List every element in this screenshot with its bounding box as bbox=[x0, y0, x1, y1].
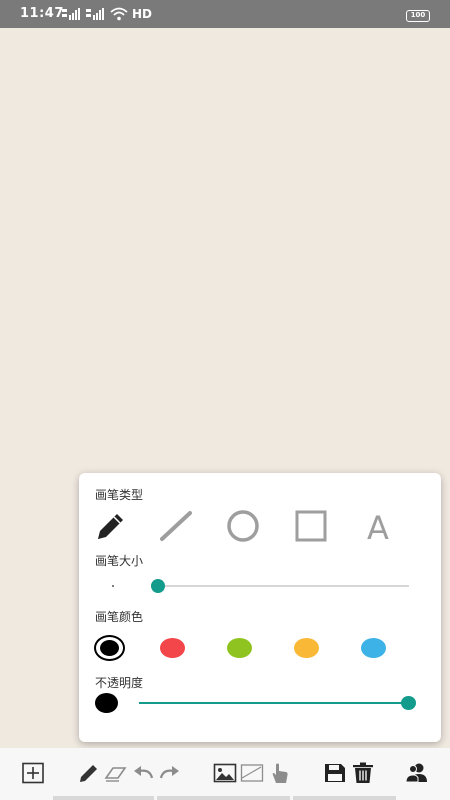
save-icon[interactable] bbox=[323, 762, 347, 784]
signal-icon-2 bbox=[86, 8, 104, 20]
add-page-icon[interactable] bbox=[21, 762, 45, 784]
hand-icon[interactable] bbox=[268, 762, 292, 784]
delete-icon[interactable] bbox=[351, 762, 375, 784]
battery-icon: 100 bbox=[406, 10, 430, 22]
toolbar-group-divider bbox=[293, 796, 396, 800]
color-swatch-red[interactable] bbox=[160, 638, 185, 658]
pencil-icon[interactable] bbox=[77, 762, 101, 784]
users-icon[interactable] bbox=[405, 762, 429, 784]
opacity-slider-thumb[interactable] bbox=[401, 696, 416, 710]
toolbar-group-divider bbox=[157, 796, 290, 800]
circle-icon[interactable] bbox=[226, 509, 260, 543]
size-slider-track[interactable] bbox=[158, 585, 409, 587]
color-swatch-blue[interactable] bbox=[361, 638, 386, 658]
pen-settings-panel: 画笔类型 A 画笔大小 画笔颜色 不透明度 bbox=[79, 473, 441, 742]
size-slider-thumb[interactable] bbox=[151, 579, 165, 593]
color-swatch-black[interactable] bbox=[94, 635, 125, 661]
signal-icon bbox=[62, 8, 80, 20]
status-bar: 11:47 HD 100 bbox=[0, 0, 450, 28]
undo-icon[interactable] bbox=[131, 762, 155, 784]
bottom-toolbar bbox=[0, 748, 450, 800]
pencil-icon[interactable] bbox=[94, 509, 128, 543]
toolbar-group-divider bbox=[53, 796, 154, 800]
line-icon[interactable] bbox=[159, 509, 193, 543]
svg-text:A: A bbox=[367, 509, 389, 543]
opacity-slider-track[interactable] bbox=[139, 702, 409, 704]
size-preview-dot bbox=[112, 585, 114, 587]
opacity-preview-dot bbox=[95, 693, 118, 713]
status-time: 11:47 bbox=[20, 6, 64, 21]
network-type: HD bbox=[132, 7, 153, 21]
background-icon[interactable] bbox=[240, 762, 264, 784]
text-icon[interactable]: A bbox=[361, 509, 395, 543]
pen-color-label: 画笔颜色 bbox=[95, 610, 144, 624]
color-swatch-green[interactable] bbox=[227, 638, 252, 658]
status-icons: HD bbox=[62, 7, 152, 21]
redo-icon[interactable] bbox=[158, 762, 182, 784]
opacity-label: 不透明度 bbox=[95, 676, 144, 690]
rectangle-icon[interactable] bbox=[294, 509, 328, 543]
image-icon[interactable] bbox=[213, 762, 237, 784]
eraser-icon[interactable] bbox=[103, 762, 127, 784]
pen-size-label: 画笔大小 bbox=[95, 554, 144, 568]
color-swatch-orange[interactable] bbox=[294, 638, 319, 658]
pen-type-label: 画笔类型 bbox=[95, 488, 144, 502]
wifi-icon bbox=[110, 7, 128, 21]
